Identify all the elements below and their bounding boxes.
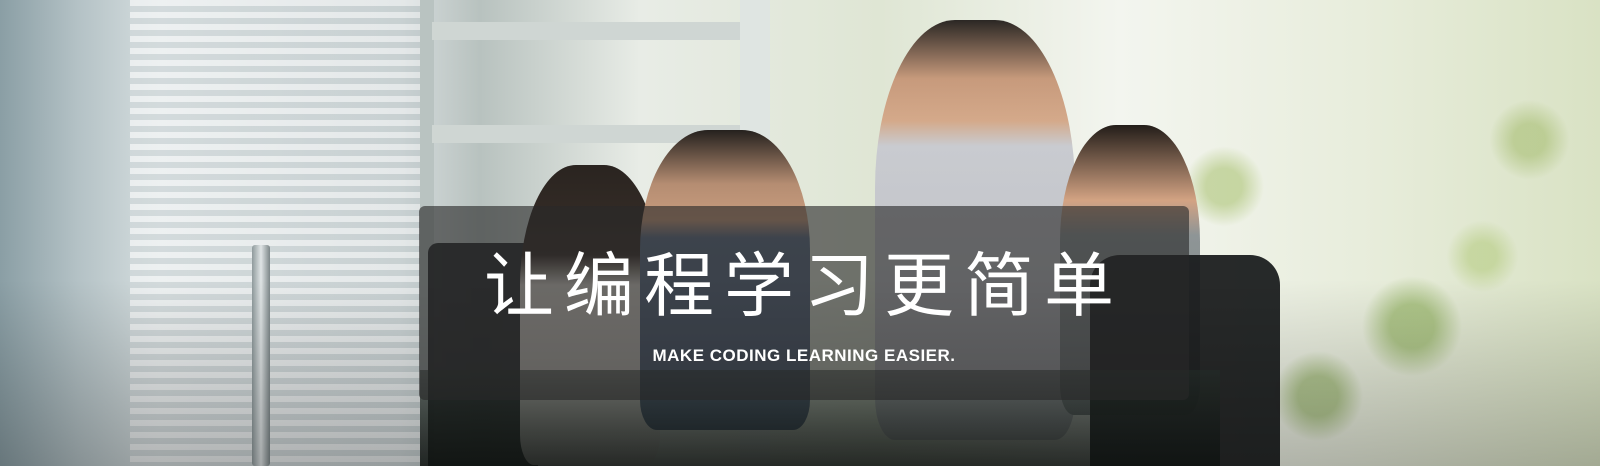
banner-headline: 让编程学习更简单 [484,245,1124,327]
banner-subheadline: MAKE CODING LEARNING EASIER. [652,346,956,365]
banner-caption-box: 让编程学习更简单 MAKE CODING LEARNING EASIER. [419,206,1189,400]
hero-banner: 让编程学习更简单 MAKE CODING LEARNING EASIER. [0,0,1600,466]
